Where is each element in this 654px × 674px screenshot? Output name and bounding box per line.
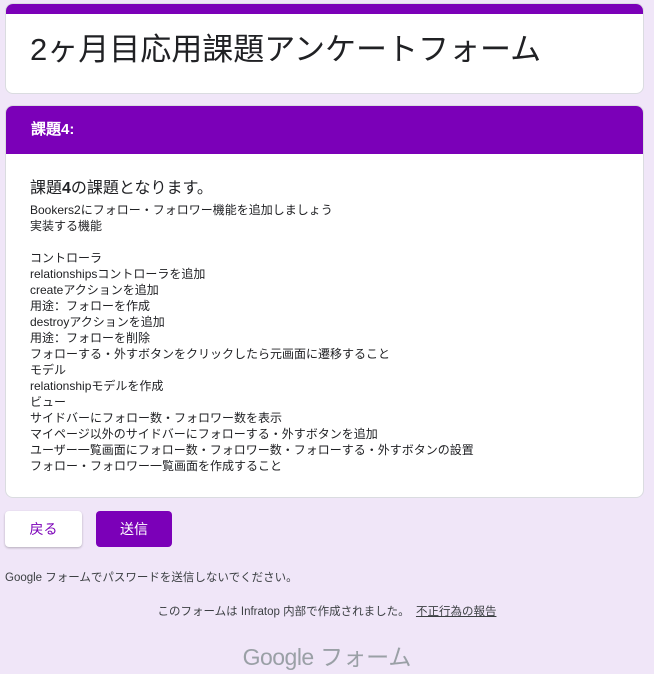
- section-heading-number: 4: [62, 180, 71, 197]
- description-line: 用途：フォローを削除: [30, 331, 151, 345]
- section-card: 課題4: 課題4の課題となります。 Bookers2にフォロー・フォロワー機能を…: [5, 105, 644, 498]
- description-line: 実装する機能: [30, 219, 103, 233]
- description-line: モデル: [30, 363, 67, 377]
- description-line: relationshipsコントローラを追加: [30, 267, 206, 281]
- form-title-card: 2ヶ月目応用課題アンケートフォーム: [5, 3, 644, 94]
- section-heading-prefix: 課題: [30, 180, 63, 197]
- description-line: フォローする・外すボタンをクリックしたら元画面に遷移すること: [30, 347, 391, 361]
- description-line: destroyアクションを追加: [30, 315, 165, 329]
- section-heading: 課題4の課題となります。: [30, 181, 619, 197]
- section-description: 課題4の課題となります。 Bookers2にフォロー・フォロワー機能を追加しまし…: [6, 154, 643, 474]
- submit-button[interactable]: 送信: [96, 511, 172, 547]
- description-line: 用途：フォローを作成: [30, 299, 151, 313]
- description-line: ユーザー一覧画面にフォロー数・フォロワー数・フォローする・外すボタンの設置: [30, 443, 474, 457]
- description-line: フォロー・フォロワー一覧画面を作成すること: [30, 459, 283, 473]
- description-line: Bookers2にフォロー・フォロワー機能を追加しましょう: [30, 203, 333, 217]
- description-line: マイページ以外のサイドバーにフォローする・外すボタンを追加: [30, 427, 378, 441]
- back-button[interactable]: 戻る: [5, 511, 82, 547]
- footer-text: このフォームは Infratop 内部で作成されました。: [157, 606, 410, 618]
- form-title: 2ヶ月目応用課題アンケートフォーム: [30, 32, 542, 67]
- title-accent-bar: [6, 4, 643, 14]
- description-line: createアクションを追加: [30, 283, 159, 297]
- section-heading-suffix: の課題となります。: [70, 180, 213, 197]
- description-line: ビュー: [30, 395, 67, 409]
- section-header: 課題4:: [6, 106, 643, 154]
- description-line: コントローラ: [30, 251, 103, 265]
- forms-wordmark: フォーム: [320, 644, 412, 670]
- description-line: サイドバーにフォロー数・フォロワー数を表示: [30, 411, 283, 425]
- report-abuse-link[interactable]: 不正行為の報告: [416, 606, 497, 618]
- google-wordmark: Google: [242, 644, 315, 670]
- google-forms-logo: Google フォーム: [0, 638, 654, 672]
- description-line: relationshipモデルを作成: [30, 379, 164, 393]
- footer: このフォームは Infratop 内部で作成されました。 不正行為の報告: [0, 603, 654, 619]
- description-line: [30, 234, 619, 250]
- password-notice: Google フォームでパスワードを送信しないでください。: [5, 572, 298, 584]
